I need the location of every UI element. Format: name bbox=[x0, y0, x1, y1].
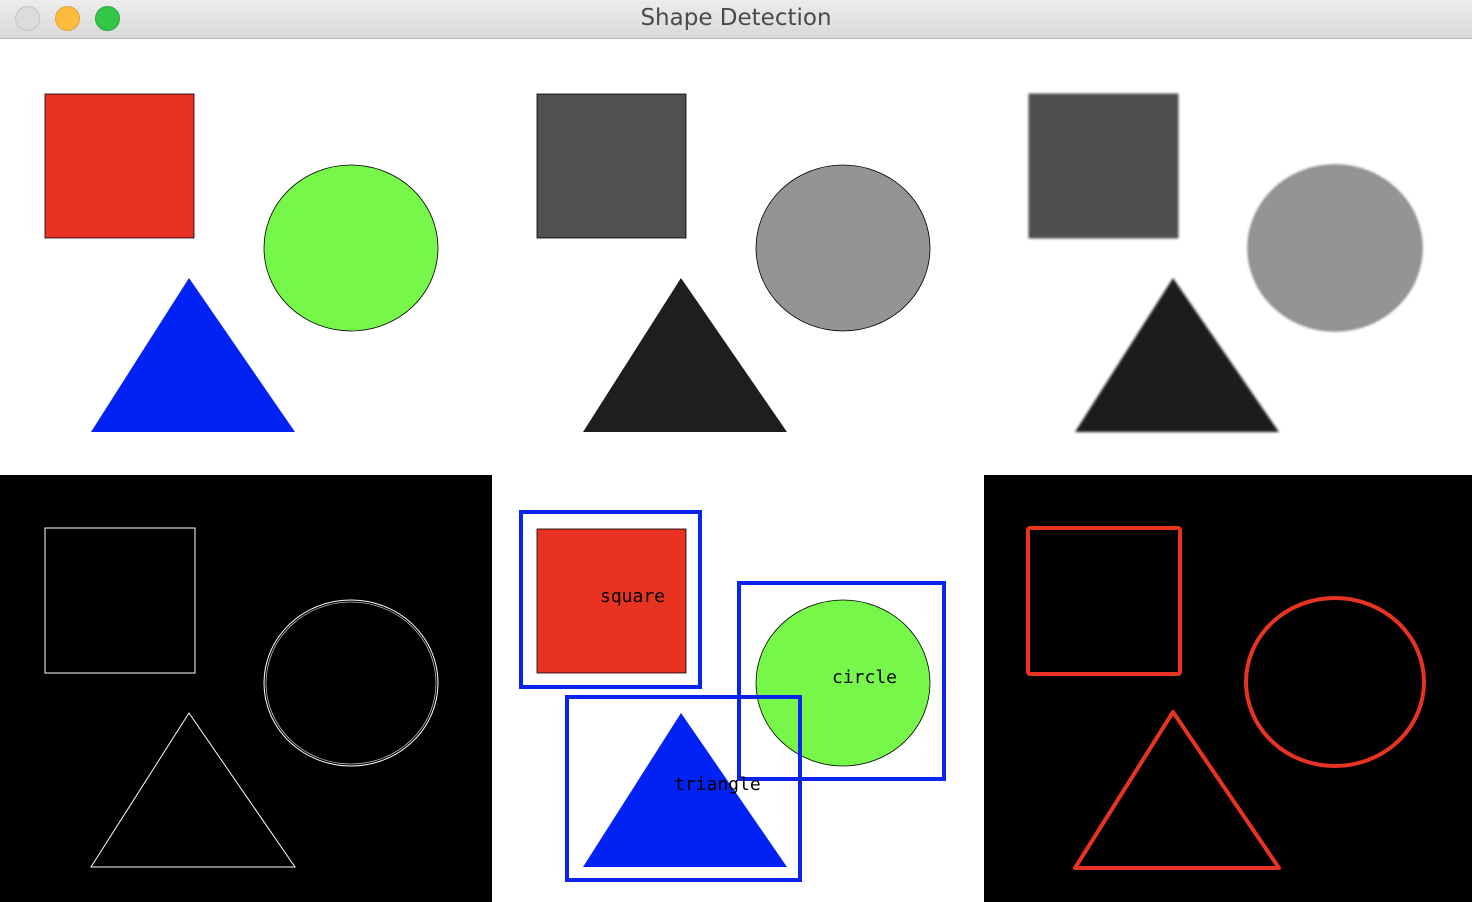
blurred-circle bbox=[1247, 164, 1423, 332]
gray-circle bbox=[755, 164, 931, 332]
square-label: square bbox=[600, 586, 665, 607]
image-mosaic: square circle triangle bbox=[0, 39, 1472, 902]
panel-edges bbox=[0, 475, 492, 902]
blurred-square bbox=[1028, 93, 1179, 239]
image-canvas: square circle triangle bbox=[0, 39, 1472, 902]
panel-contours bbox=[984, 475, 1472, 902]
red-square bbox=[44, 93, 195, 239]
panel-blurred bbox=[984, 39, 1472, 475]
window-titlebar: Shape Detection bbox=[0, 0, 1472, 39]
gray-square bbox=[536, 93, 687, 239]
panel-detected: square circle triangle bbox=[492, 475, 984, 902]
panel-grayscale bbox=[492, 39, 984, 475]
green-circle bbox=[263, 164, 439, 332]
circle-label: circle bbox=[832, 667, 897, 688]
panel-original bbox=[0, 39, 492, 475]
window-title: Shape Detection bbox=[640, 5, 832, 31]
triangle-label: triangle bbox=[674, 774, 761, 795]
